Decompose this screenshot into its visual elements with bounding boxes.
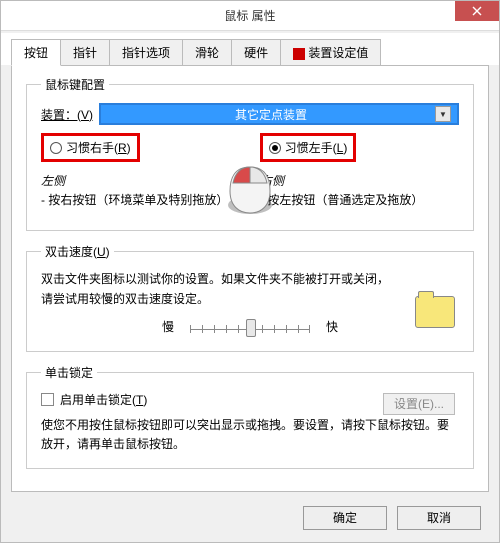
right-side-desc: 右侧 - 按左按钮（普通选定及拖放）: [260, 172, 459, 210]
double-click-group: 双击速度(U) 双击文件夹图标以测试你的设置。如果文件夹不能被打开或关闭，请尝试…: [26, 243, 474, 351]
button-config-group: 鼠标键配置 装置：(V) 其它定点装置 ▼ 习惯右手(R) 习惯左手(L): [26, 76, 474, 231]
slider-thumb[interactable]: [246, 319, 256, 337]
slider-slow-label: 慢: [162, 318, 174, 335]
tab-buttons[interactable]: 按钮: [11, 39, 61, 66]
click-lock-settings-button: 设置(E)...: [383, 393, 455, 415]
tab-pointer-options[interactable]: 指针选项: [109, 39, 183, 65]
device-label: 装置：(V): [41, 106, 93, 123]
chevron-down-icon: ▼: [435, 106, 451, 122]
radio-icon: [50, 142, 62, 154]
mouse-icon: [221, 161, 279, 222]
button-config-legend: 鼠标键配置: [41, 76, 109, 93]
tab-strip: 按钮 指针 指针选项 滑轮 硬件 装置设定值: [1, 33, 499, 65]
titlebar: 鼠标 属性: [1, 1, 499, 31]
double-click-slider[interactable]: [190, 317, 310, 337]
ok-button[interactable]: 确定: [303, 506, 387, 530]
click-lock-checkbox[interactable]: [41, 393, 54, 406]
radio-left-handed[interactable]: 习惯左手(L): [260, 133, 357, 162]
slider-fast-label: 快: [326, 318, 338, 335]
close-button[interactable]: [455, 1, 499, 21]
device-settings-icon: [293, 48, 305, 60]
click-lock-group: 单击锁定 启用单击锁定(T) 设置(E)... 使您不用按住鼠标按钮即可以突出显…: [26, 364, 474, 469]
folder-icon[interactable]: [415, 296, 455, 328]
dialog-footer: 确定 取消: [1, 498, 499, 542]
tab-hardware[interactable]: 硬件: [231, 39, 281, 65]
double-click-legend: 双击速度(U): [41, 243, 114, 260]
cancel-button[interactable]: 取消: [397, 506, 481, 530]
device-dropdown[interactable]: 其它定点装置 ▼: [99, 103, 459, 125]
double-click-text: 双击文件夹图标以测试你的设置。如果文件夹不能被打开或关闭，请尝试用较慢的双击速度…: [41, 270, 459, 308]
window-title: 鼠标 属性: [1, 7, 499, 24]
click-lock-legend: 单击锁定: [41, 364, 97, 381]
click-lock-label: 启用单击锁定(T): [60, 391, 147, 408]
tab-panel: 鼠标键配置 装置：(V) 其它定点装置 ▼ 习惯右手(R) 习惯左手(L): [11, 65, 489, 492]
radio-right-handed[interactable]: 习惯右手(R): [41, 133, 140, 162]
tab-pointer[interactable]: 指针: [60, 39, 110, 65]
tab-device-settings[interactable]: 装置设定值: [280, 39, 381, 65]
left-side-desc: 左侧 - 按右按钮（环境菜单及特别拖放）: [41, 172, 240, 210]
tab-wheel[interactable]: 滑轮: [182, 39, 232, 65]
click-lock-text: 使您不用按住鼠标按钮即可以突出显示或拖拽。要设置，请按下鼠标按钮。要放开，请再单…: [41, 416, 459, 454]
radio-icon: [269, 142, 281, 154]
